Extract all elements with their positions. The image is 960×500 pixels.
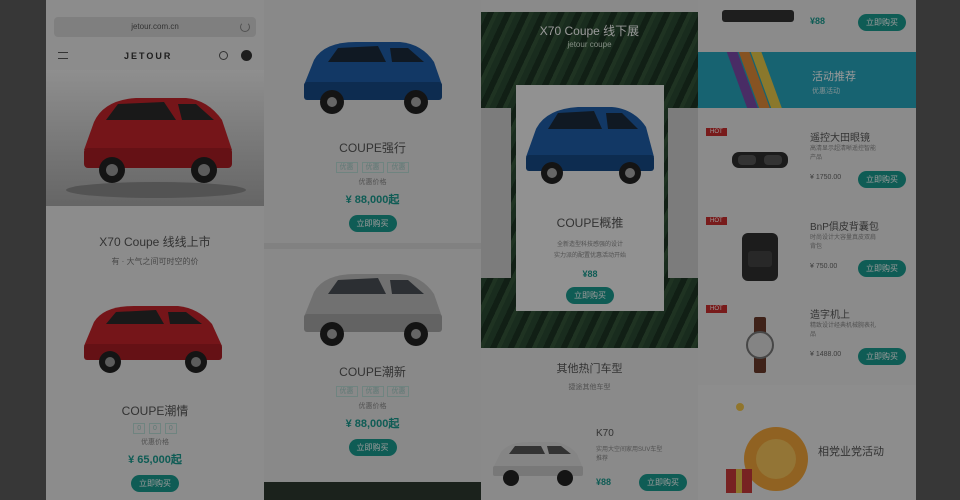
item-name: 遥控大田眼镜 — [810, 133, 870, 144]
mobile-page-column-2: COUPE强行 优惠 优惠 优惠 优惠价格 ¥ 88,000起 立即购买 COU… — [264, 0, 481, 500]
product-card: COUPE强行 优惠 优惠 优惠 优惠价格 ¥ 88,000起 立即购买 — [264, 30, 481, 232]
list-item[interactable]: HOT BnP俱皮背囊包 时尚设计大容量真皮双肩背包 ¥ 750.00 立即购买 — [698, 217, 916, 303]
product-car-image[interactable] — [516, 85, 664, 195]
more-models-section: 其他热门车型 捷途其他车型 — [481, 360, 698, 392]
footer-strip — [264, 482, 481, 500]
product-car-image[interactable] — [298, 30, 448, 120]
mobile-page-column-4: ¥88 立即购买 活动推荐 优惠活动 HOT 遥控大田眼镜 高清显示超清晰遥控智… — [698, 0, 916, 500]
goggles-image — [732, 152, 788, 168]
product-price-label: 优惠价格 — [358, 403, 387, 410]
popup-price: ¥88 — [582, 269, 598, 279]
product-name: COUPE强行 — [339, 141, 406, 155]
promo-title: X70 Coupe 线线上市 — [99, 235, 211, 249]
buy-button[interactable]: 立即购买 — [131, 475, 179, 492]
nav-bar: JETOUR — [46, 42, 264, 70]
product-tags: 0 0 0 — [46, 423, 264, 434]
search-icon[interactable] — [219, 51, 228, 60]
product-card: COUPE潮新 优惠 优惠 优惠 优惠价格 ¥ 88,000起 立即购买 — [264, 262, 481, 456]
popup-product-name: COUPE概推 — [556, 216, 624, 230]
buy-button[interactable]: 立即购买 — [348, 215, 397, 232]
bottom-banner-title: 相党业党活动 — [818, 446, 884, 458]
backpack-image — [742, 233, 778, 281]
product-name: COUPE潮新 — [339, 365, 406, 379]
product-tag: 0 — [164, 423, 177, 434]
brand-logo[interactable]: JETOUR — [124, 51, 172, 61]
bottom-promo-banner[interactable]: 相党业党活动 — [698, 385, 916, 500]
watch-image — [746, 317, 774, 373]
buy-button[interactable]: 立即购买 — [348, 439, 397, 456]
user-icon[interactable] — [241, 50, 252, 61]
item-desc: 时尚设计大容量真皮双肩背包 — [810, 235, 877, 250]
product-tags: 优惠 优惠 优惠 — [264, 162, 481, 173]
side-card-right[interactable] — [668, 108, 698, 278]
product-tag: 0 — [133, 423, 146, 434]
promo-subtitle: 有 · 大气之间可时空的价 — [111, 257, 199, 266]
product-tag: 0 — [149, 423, 161, 434]
product-tag: 优惠 — [361, 162, 384, 173]
mobile-page-column-1: jetour.com.cn JETOUR X70 Coupe 线线上市 有 · … — [46, 0, 264, 500]
product-price: ¥ 88,000起 — [345, 194, 400, 206]
reload-icon[interactable] — [240, 22, 250, 32]
product-popup: COUPE概推 全新造型科技感强的设计 实力派的配置优惠活动开始 ¥88 立即购… — [516, 85, 664, 311]
product-tag: 优惠 — [335, 386, 358, 397]
promo-section: X70 Coupe 线线上市 有 · 大气之间可时空的价 — [46, 233, 264, 267]
hot-badge: HOT — [706, 305, 727, 313]
buy-button[interactable]: 立即购买 — [858, 260, 906, 277]
product-tag: 优惠 — [361, 386, 384, 397]
item-name: 造字机上 — [810, 310, 850, 321]
activity-banner[interactable]: 活动推荐 优惠活动 — [698, 52, 916, 108]
product-car-image[interactable] — [298, 262, 448, 352]
hero-banner[interactable] — [46, 70, 264, 206]
hot-badge: HOT — [706, 128, 727, 136]
k70-desc: 实用大空间家用SUV车型推荐 — [596, 447, 663, 462]
url-bar[interactable]: jetour.com.cn — [54, 17, 256, 37]
k70-car-image[interactable] — [489, 436, 589, 488]
product-tag: 优惠 — [387, 162, 410, 173]
gift-illustration — [726, 403, 808, 493]
k70-price: ¥88 — [596, 477, 612, 487]
buy-button[interactable]: 立即购买 — [858, 14, 906, 31]
product-price: ¥88 — [810, 16, 826, 26]
item-desc: 精致设计经典机械腕表礼品 — [810, 323, 877, 338]
url-text: jetour.com.cn — [131, 22, 179, 31]
product-price-label: 优惠价格 — [358, 179, 387, 186]
section-title: 其他热门车型 — [556, 363, 623, 375]
product-tag: 优惠 — [335, 162, 358, 173]
product-tags: 优惠 优惠 优惠 — [264, 386, 481, 397]
menu-icon[interactable] — [58, 52, 68, 59]
popup-desc: 全新造型科技感强的设计 — [556, 242, 623, 248]
k70-name: K70 — [596, 428, 614, 439]
item-desc: 高清显示超清晰遥控智能产品 — [810, 146, 877, 161]
buy-button[interactable]: 立即购买 — [639, 474, 687, 491]
item-price: ¥ 1750.00 — [810, 174, 842, 181]
side-card-left[interactable] — [481, 108, 511, 278]
banner-title: X70 Coupe 线下展 — [539, 24, 640, 38]
activity-subtitle: 优惠活动 — [812, 88, 840, 95]
banner-subtitle: jetour coupe — [567, 40, 612, 49]
item-price: ¥ 750.00 — [810, 263, 838, 270]
mobile-page-column-3: X70 Coupe 线下展 jetour coupe COUPE概推 全新造型科… — [481, 0, 698, 500]
popup-desc: 实力派的配置优惠活动开始 — [553, 253, 626, 259]
product-price-label: 优惠价格 — [141, 439, 169, 446]
product-tag: 优惠 — [387, 386, 410, 397]
product-car-image[interactable] — [78, 296, 228, 381]
activity-title: 活动推荐 — [812, 71, 856, 83]
product-price: ¥ 65,000起 — [128, 454, 182, 466]
buy-button[interactable]: 立即购买 — [858, 171, 906, 188]
product-price: ¥ 88,000起 — [345, 418, 400, 430]
section-divider — [264, 243, 481, 249]
product-card: COUPE潮情 0 0 0 优惠价格 ¥ 65,000起 立即购买 — [46, 402, 264, 492]
list-item[interactable]: HOT 造字机上 精致设计经典机械腕表礼品 ¥ 1488.00 立即购买 — [698, 305, 916, 391]
list-item[interactable]: HOT 遥控大田眼镜 高清显示超清晰遥控智能产品 ¥ 1750.00 立即购买 — [698, 128, 916, 214]
hero-car-image — [66, 98, 246, 198]
section-subtitle: 捷途其他车型 — [568, 384, 611, 391]
product-name: COUPE潮情 — [121, 404, 189, 418]
item-price: ¥ 1488.00 — [810, 351, 842, 358]
buy-button[interactable]: 立即购买 — [566, 287, 614, 304]
item-name: BnP俱皮背囊包 — [810, 222, 879, 233]
hot-badge: HOT — [706, 217, 727, 225]
buy-button[interactable]: 立即购买 — [858, 348, 906, 365]
top-product-image[interactable] — [718, 4, 798, 28]
